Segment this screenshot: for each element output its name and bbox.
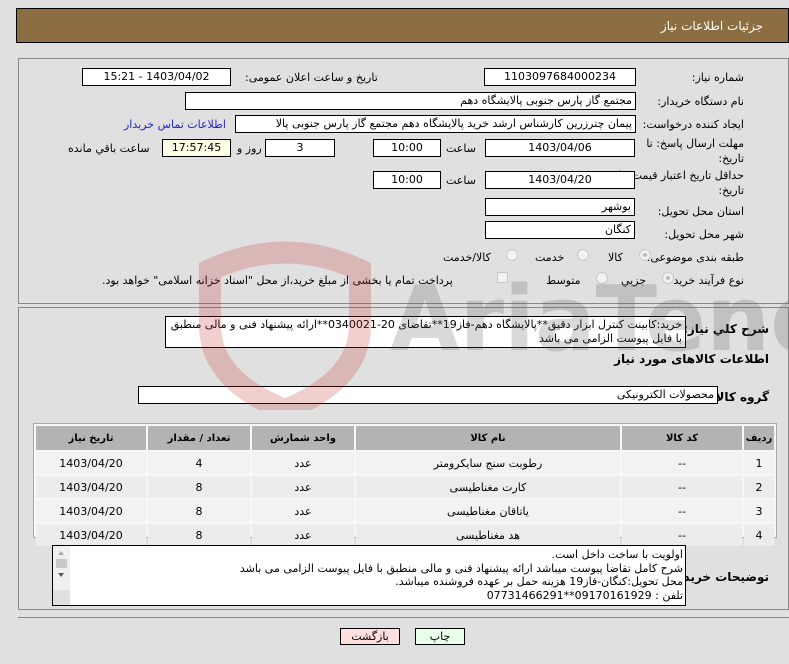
- buyer-contact-link[interactable]: اطلاعات تماس خریدار: [124, 118, 226, 131]
- cell-row: 1: [744, 452, 774, 474]
- cell-name: هد مغناطیسی: [356, 524, 620, 546]
- process-radio-minor[interactable]: [662, 272, 674, 284]
- treasury-payment-note: پرداخت تمام یا بخشی از مبلغ خرید،از محل …: [102, 274, 453, 287]
- reply-time-field: 10:00: [373, 139, 441, 157]
- need-number-label: شماره نیاز:: [691, 71, 744, 84]
- goods-table-header: ردیف کد کالا نام کالا واحد شمارش تعداد /…: [36, 426, 774, 450]
- treasury-payment-checkbox[interactable]: [497, 272, 508, 283]
- process-radio-medium[interactable]: [596, 272, 608, 284]
- cell-unit: عدد: [252, 452, 354, 474]
- process-option-minor: جزیي: [621, 274, 647, 287]
- scroll-up-icon[interactable]: [58, 551, 64, 555]
- footer-divider: [18, 617, 789, 618]
- page-title: جزئیات اطلاعات نیاز: [660, 19, 763, 33]
- creator-field: پیمان چترزرین کارشناس ارشد خرید پالایشگا…: [235, 115, 636, 133]
- cell-unit: عدد: [252, 524, 354, 546]
- announce-date-label: تاریخ و ساعت اعلان عمومی:: [245, 71, 378, 84]
- cell-code: --: [622, 476, 742, 498]
- cell-date: 1403/04/20: [36, 452, 146, 474]
- buyer-org-field: مجتمع گاز پارس جنوبی پالایشگاه دهم: [185, 92, 636, 110]
- cell-row: 4: [744, 524, 774, 546]
- notes-scrollbar[interactable]: [53, 546, 70, 605]
- description-textarea[interactable]: خرید:کابینت کنترل ابزار دقیق**پالایشگاه …: [165, 316, 686, 348]
- reply-deadline-label-2: تاریخ:: [718, 152, 744, 165]
- price-validity-label-2: تاریخ:: [718, 184, 744, 197]
- cell-qty: 8: [148, 524, 250, 546]
- category-radio-service[interactable]: [577, 249, 589, 261]
- process-option-medium: متوسط: [546, 274, 581, 287]
- resize-grip-icon[interactable]: [53, 590, 70, 605]
- province-label: استان محل تحویل:: [657, 205, 744, 218]
- scroll-down-icon[interactable]: [58, 573, 64, 577]
- price-validity-label: حداقل تاریخ اعتبار قیمت: تا: [618, 169, 744, 182]
- col-date: تاریخ نیاز: [36, 426, 146, 450]
- col-name: نام کالا: [356, 426, 620, 450]
- city-label: شهر محل تحویل:: [664, 228, 744, 241]
- print-button[interactable]: چاپ: [415, 628, 465, 645]
- cell-date: 1403/04/20: [36, 500, 146, 522]
- goods-section-title: اطلاعات کالاهای مورد نیاز: [614, 352, 769, 366]
- goods-group-label: گروه کالا:: [710, 390, 769, 404]
- remaining-time-label: ساعت باقي مانده: [68, 142, 150, 155]
- province-field: بوشهر: [485, 198, 635, 216]
- days-remaining-field: 3: [265, 139, 335, 157]
- table-row: 3 -- یاتاقان مغناطیسی عدد 8 1403/04/20: [36, 500, 774, 522]
- buyer-note-line: محل تحویل:کنگان-فاز19 هزینه حمل بر عهده …: [395, 575, 683, 588]
- cell-row: 3: [744, 500, 774, 522]
- need-number-field: 1103097684000234: [484, 68, 636, 86]
- cell-name: کارت مغناطیسی: [356, 476, 620, 498]
- cell-date: 1403/04/20: [36, 524, 146, 546]
- goods-group-field: محصولات الکترونیکی: [138, 386, 718, 404]
- reply-date-field: 1403/04/06: [485, 139, 635, 157]
- cell-qty: 8: [148, 500, 250, 522]
- cell-qty: 8: [148, 476, 250, 498]
- process-type-label: نوع فرآیند خرید :: [666, 274, 744, 287]
- category-option-service: خدمت: [535, 251, 565, 264]
- cell-name: یاتاقان مغناطیسی: [356, 500, 620, 522]
- reply-deadline-label: مهلت ارسال پاسخ: تا: [646, 137, 744, 150]
- cell-unit: عدد: [252, 476, 354, 498]
- cell-name: رطوبت سنج سایکرومتر: [356, 452, 620, 474]
- col-row: ردیف: [744, 426, 774, 450]
- cell-date: 1403/04/20: [36, 476, 146, 498]
- days-label: روز و: [237, 142, 262, 155]
- buyer-note-line: شرح کامل تقاضا پیوست میباشد ارائه پیشنها…: [239, 561, 683, 575]
- cell-qty: 4: [148, 452, 250, 474]
- cell-row: 2: [744, 476, 774, 498]
- buyer-notes-textarea[interactable]: اولویت با ساخت داخل است. شرح کامل تقاضا …: [52, 545, 686, 606]
- col-code: کد کالا: [622, 426, 742, 450]
- goods-table: ردیف کد کالا نام کالا واحد شمارش تعداد /…: [34, 424, 776, 548]
- category-option-goods: کالا: [608, 251, 623, 264]
- creator-label: ایجاد کننده درخواست:: [642, 118, 744, 131]
- category-radio-goods[interactable]: [639, 249, 651, 261]
- table-row: 2 -- کارت مغناطیسی عدد 8 1403/04/20: [36, 476, 774, 498]
- col-qty: تعداد / مقدار: [148, 426, 250, 450]
- category-radio-goods-service[interactable]: [506, 249, 518, 261]
- col-unit: واحد شمارش: [252, 426, 354, 450]
- reply-time-label: ساعت: [446, 142, 476, 155]
- table-row: 1 -- رطوبت سنج سایکرومتر عدد 4 1403/04/2…: [36, 452, 774, 474]
- goods-table-frame: ردیف کد کالا نام کالا واحد شمارش تعداد /…: [33, 423, 777, 546]
- price-validity-date-field: 1403/04/20: [485, 171, 635, 189]
- city-field: کنگان: [485, 221, 635, 239]
- description-label: شرح کلي نياز:: [683, 322, 769, 336]
- buyer-note-line: تلفن : 09170161929**07731466291: [486, 588, 683, 602]
- price-time-label: ساعت: [446, 174, 476, 187]
- buyer-note-line: اولویت با ساخت داخل است.: [551, 548, 684, 561]
- price-validity-time-field: 10:00: [373, 171, 441, 189]
- table-row: 4 -- هد مغناطیسی عدد 8 1403/04/20: [36, 524, 774, 546]
- announce-date-field: 1403/04/02 - 15:21: [82, 68, 231, 86]
- remaining-time-field: 17:57:45: [162, 139, 231, 157]
- scroll-thumb[interactable]: [56, 559, 67, 568]
- cell-unit: عدد: [252, 500, 354, 522]
- cell-code: --: [622, 524, 742, 546]
- category-option-goods-service: کالا/خدمت: [443, 251, 491, 264]
- buyer-org-label: نام دستگاه خریدار:: [657, 95, 744, 108]
- category-label: طبقه بندی موضوعی:: [646, 251, 744, 264]
- page-header: جزئیات اطلاعات نیاز: [16, 8, 789, 43]
- cell-code: --: [622, 500, 742, 522]
- back-button[interactable]: بازگشت: [340, 628, 400, 645]
- cell-code: --: [622, 452, 742, 474]
